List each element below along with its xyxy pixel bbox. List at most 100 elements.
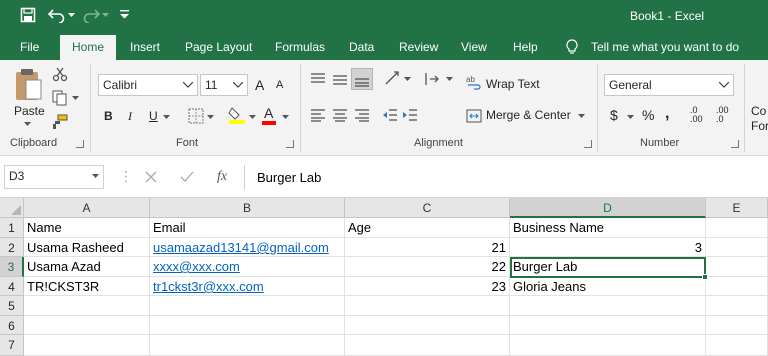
number-dialog-launcher[interactable]: [731, 140, 739, 148]
column-header-e[interactable]: E: [706, 198, 768, 218]
bold-button[interactable]: B: [104, 109, 113, 123]
number-format-combo[interactable]: General: [604, 74, 734, 96]
text-direction-icon[interactable]: [424, 72, 442, 86]
tab-insert[interactable]: Insert: [130, 40, 160, 54]
customize-toolbar-icon[interactable]: [120, 10, 129, 19]
copy-dropdown-icon[interactable]: [72, 96, 79, 101]
cell-d5[interactable]: [510, 296, 706, 316]
conditional-formatting-button[interactable]: Co: [751, 104, 766, 118]
alignment-dialog-launcher[interactable]: [584, 140, 592, 148]
font-name-combo[interactable]: Calibri: [98, 74, 198, 96]
cell-d6[interactable]: [510, 316, 706, 335]
column-header-a[interactable]: A: [24, 198, 150, 218]
tab-view[interactable]: View: [461, 40, 487, 54]
row-header-4[interactable]: 4: [0, 277, 24, 296]
confirm-entry-icon[interactable]: [180, 171, 194, 183]
increase-indent-icon[interactable]: [402, 108, 418, 122]
font-size-combo[interactable]: 11: [200, 74, 248, 96]
cell-a7[interactable]: [24, 335, 150, 356]
increase-decimal-button[interactable]: .0 .00: [690, 106, 703, 124]
merge-center-button[interactable]: Merge & Center: [486, 108, 571, 122]
cell-b5[interactable]: [150, 296, 345, 316]
row-header-3[interactable]: 3: [0, 257, 24, 277]
redo-icon[interactable]: [82, 7, 100, 23]
name-box[interactable]: D3: [4, 165, 104, 189]
decrease-indent-icon[interactable]: [382, 108, 398, 122]
cell-e7[interactable]: [706, 335, 768, 356]
tab-page-layout[interactable]: Page Layout: [185, 40, 252, 54]
cell-e6[interactable]: [706, 316, 768, 335]
paste-dropdown-icon[interactable]: [24, 122, 31, 127]
tab-review[interactable]: Review: [399, 40, 438, 54]
cell-b1[interactable]: Email: [150, 218, 345, 238]
cell-e1[interactable]: [706, 218, 768, 238]
orientation-icon[interactable]: [384, 70, 402, 88]
redo-dropdown-icon[interactable]: [102, 13, 109, 18]
font-dialog-launcher[interactable]: [286, 140, 294, 148]
shrink-font-button[interactable]: A: [276, 79, 283, 91]
cell-d1[interactable]: Business Name: [510, 218, 706, 238]
undo-dropdown-icon[interactable]: [68, 13, 75, 18]
tab-help[interactable]: Help: [513, 40, 538, 54]
percent-button[interactable]: %: [642, 107, 654, 123]
row-header-5[interactable]: 5: [0, 296, 24, 316]
align-left-icon[interactable]: [310, 108, 326, 122]
clipboard-dialog-launcher[interactable]: [76, 140, 84, 148]
merge-center-icon[interactable]: [466, 108, 482, 124]
decrease-decimal-button[interactable]: .00 .0: [716, 106, 729, 124]
worksheet-grid[interactable]: A B C D E 1 2 3 4 5 6 7 Name Email Age B…: [0, 198, 768, 356]
row-header-7[interactable]: 7: [0, 335, 24, 356]
tab-data[interactable]: Data: [349, 40, 374, 54]
top-align-icon[interactable]: [310, 72, 326, 86]
cell-b6[interactable]: [150, 316, 345, 335]
copy-icon[interactable]: [52, 90, 68, 106]
borders-dropdown-icon[interactable]: [207, 115, 214, 120]
cell-e2[interactable]: [706, 238, 768, 257]
borders-icon[interactable]: [188, 108, 204, 124]
cell-e4[interactable]: [706, 277, 768, 296]
bottom-align-button[interactable]: [351, 68, 373, 90]
column-header-d[interactable]: D: [510, 198, 706, 218]
cell-a6[interactable]: [24, 316, 150, 335]
cell-c3[interactable]: 22: [345, 257, 510, 277]
column-header-c[interactable]: C: [345, 198, 510, 218]
grow-font-button[interactable]: A: [255, 77, 264, 93]
fill-handle[interactable]: [702, 274, 708, 280]
cell-c6[interactable]: [345, 316, 510, 335]
cell-a3[interactable]: Usama Azad: [24, 257, 150, 277]
underline-button[interactable]: U: [149, 109, 158, 123]
wrap-text-button[interactable]: Wrap Text: [486, 77, 540, 91]
comma-button[interactable]: ,: [665, 105, 669, 123]
cell-a1[interactable]: Name: [24, 218, 150, 238]
undo-icon[interactable]: [48, 7, 66, 23]
row-header-6[interactable]: 6: [0, 316, 24, 335]
cancel-entry-icon[interactable]: [145, 171, 157, 183]
tab-formulas[interactable]: Formulas: [275, 40, 325, 54]
cell-c2[interactable]: 21: [345, 238, 510, 257]
cell-c4[interactable]: 23: [345, 277, 510, 296]
middle-align-icon[interactable]: [332, 72, 348, 86]
cell-c1[interactable]: Age: [345, 218, 510, 238]
underline-dropdown-icon[interactable]: [163, 115, 170, 120]
cell-b2[interactable]: usamaazad13141@gmail.com: [150, 238, 345, 257]
paste-label[interactable]: Paste: [14, 104, 45, 118]
currency-dropdown-icon[interactable]: [627, 115, 634, 120]
cell-d4[interactable]: Gloria Jeans: [510, 277, 706, 296]
tell-me-search[interactable]: Tell me what you want to do: [591, 40, 739, 54]
merge-dropdown-icon[interactable]: [578, 114, 585, 119]
cell-c5[interactable]: [345, 296, 510, 316]
cell-d2[interactable]: 3: [510, 238, 706, 257]
cell-c7[interactable]: [345, 335, 510, 356]
tab-file[interactable]: File: [20, 40, 39, 54]
save-icon[interactable]: [20, 7, 36, 23]
format-painter-icon[interactable]: [52, 114, 68, 130]
row-header-1[interactable]: 1: [0, 218, 24, 238]
cell-a2[interactable]: Usama Rasheed: [24, 238, 150, 257]
paste-icon[interactable]: [14, 68, 44, 102]
text-direction-dropdown-icon[interactable]: [446, 77, 453, 82]
cell-b4[interactable]: tr1ckst3r@xxx.com: [150, 277, 345, 296]
italic-button[interactable]: I: [128, 109, 132, 124]
font-color-button[interactable]: A: [264, 105, 273, 121]
select-all-corner[interactable]: [0, 198, 24, 218]
insert-function-button[interactable]: fx: [217, 169, 227, 185]
